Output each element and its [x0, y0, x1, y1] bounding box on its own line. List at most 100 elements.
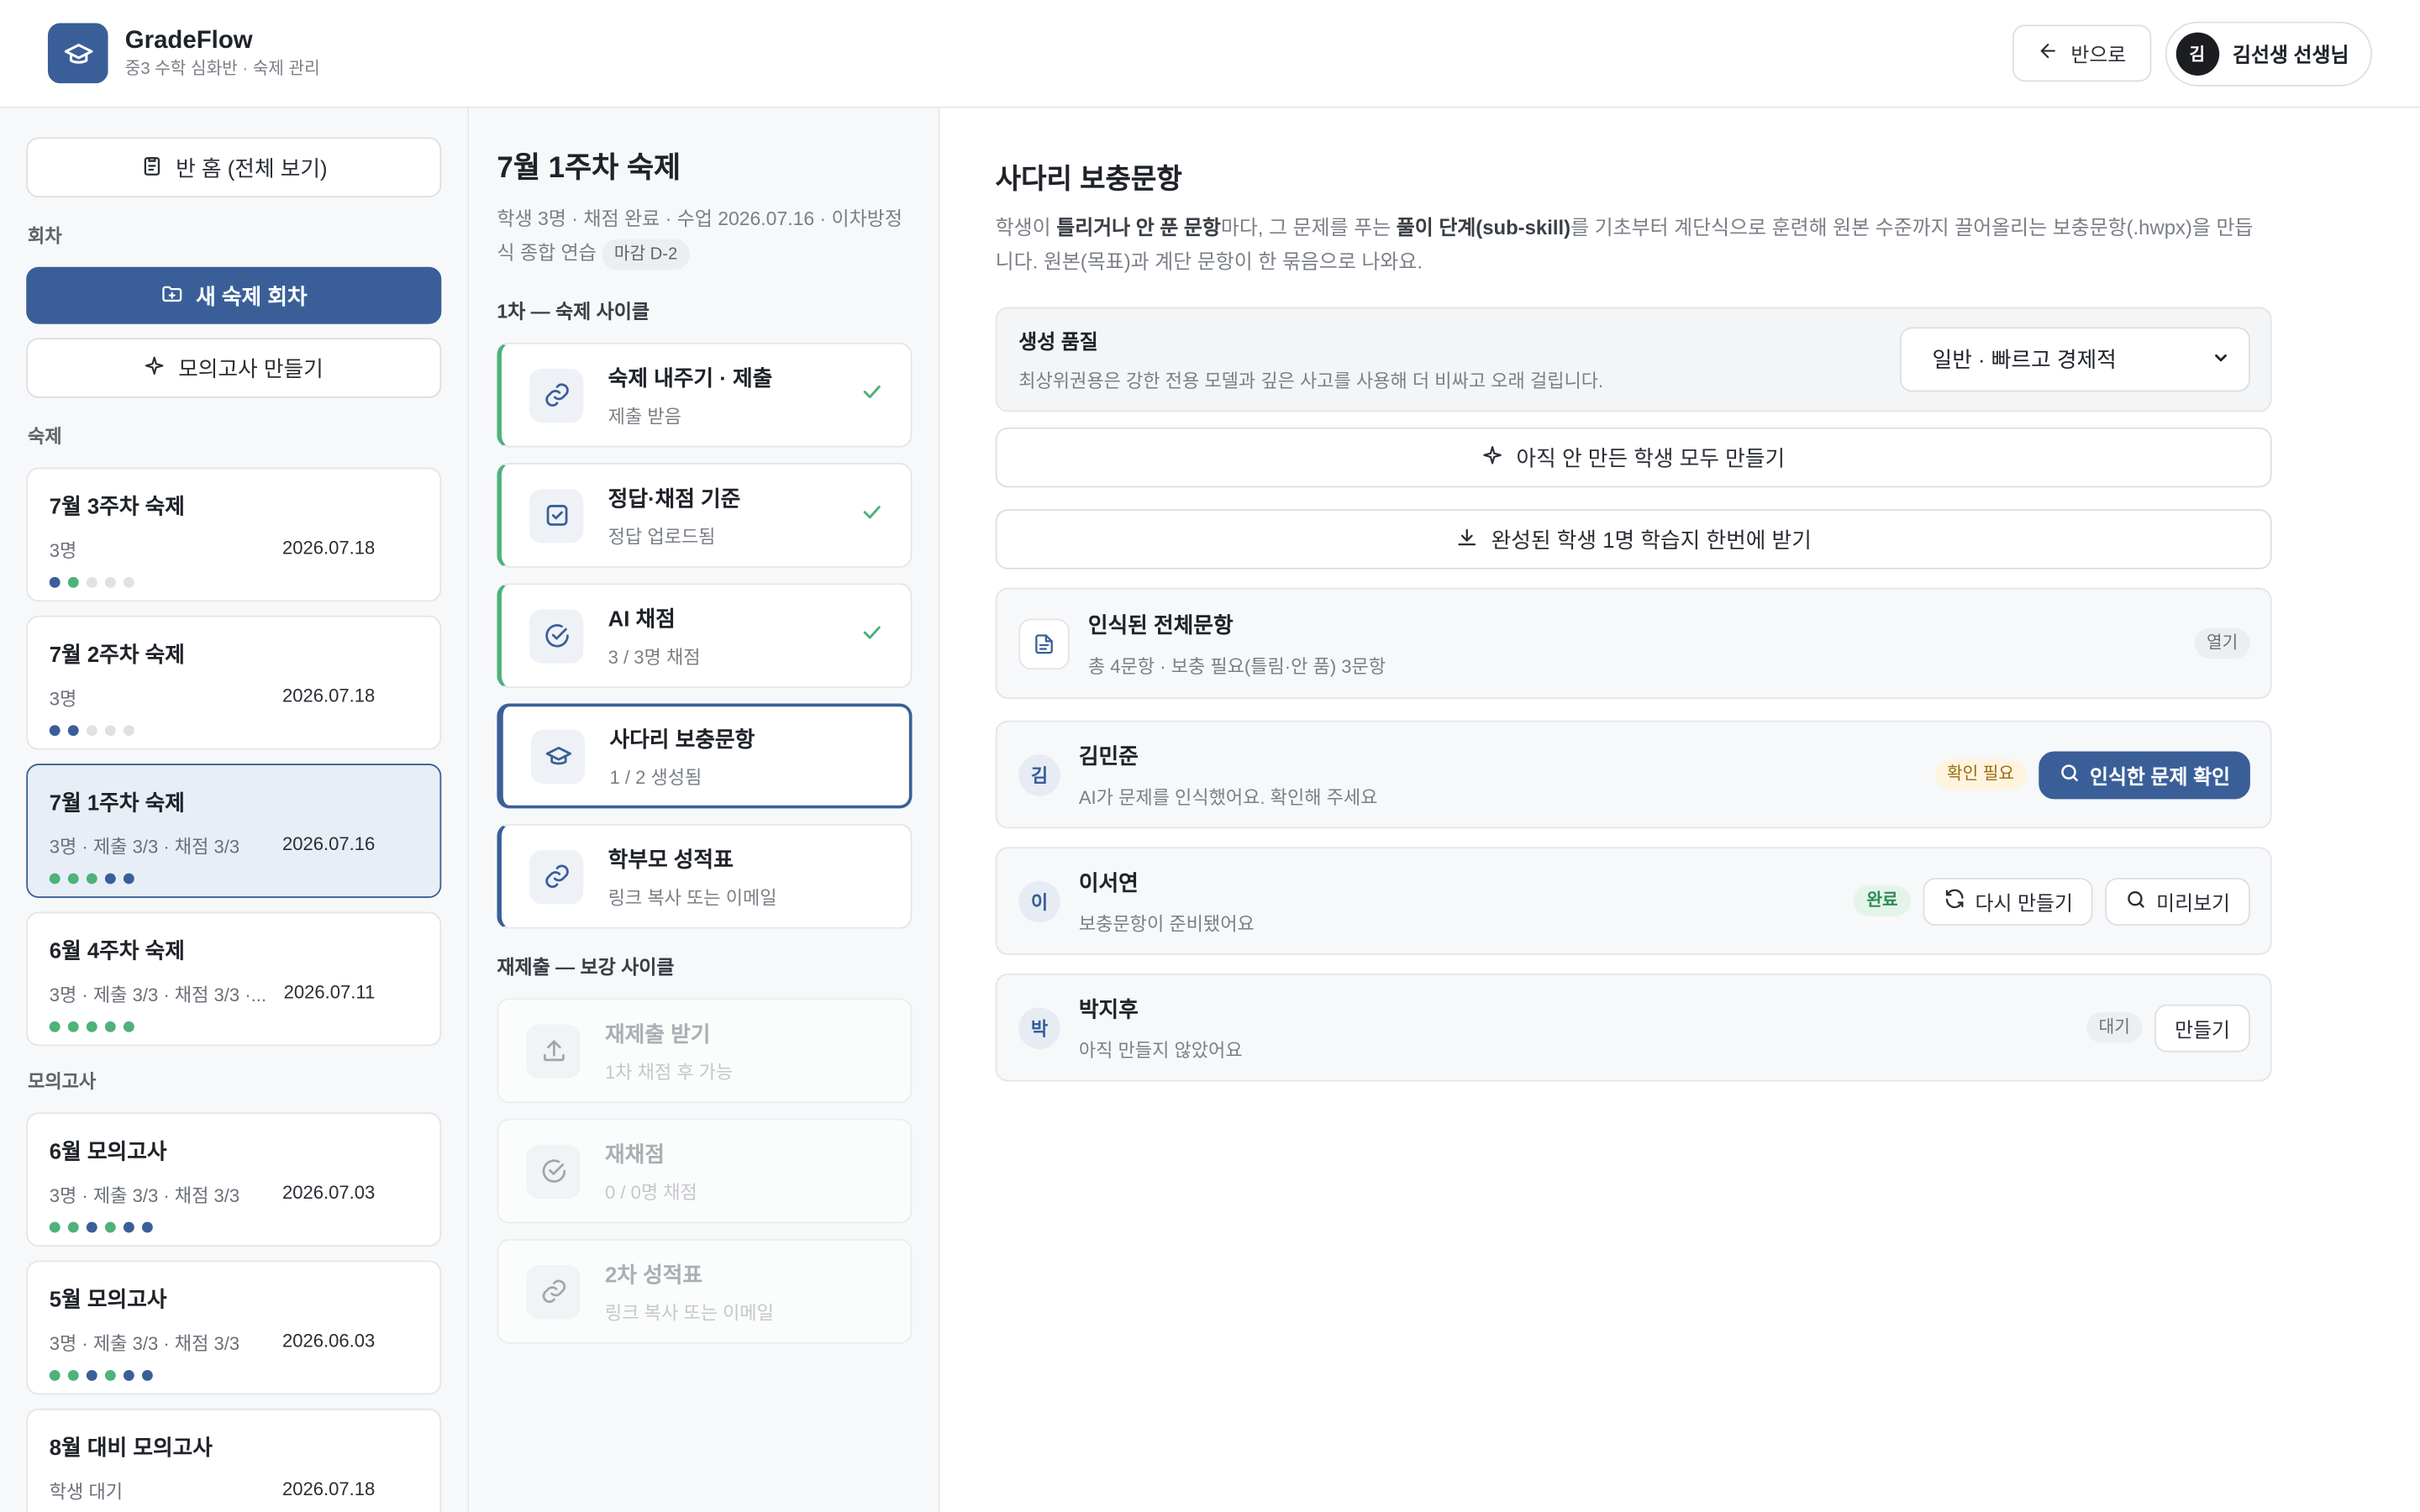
round-card-date: 2026.07.18 — [282, 685, 376, 707]
round-card-title: 7월 2주차 숙제 — [49, 642, 185, 667]
step-text: 학부모 성적표 링크 복사 또는 이메일 — [608, 843, 885, 910]
progress-dot — [86, 873, 97, 885]
round-card-title: 5월 모의고사 — [49, 1286, 167, 1312]
round-card-title: 7월 1주차 숙제 — [49, 790, 185, 815]
check-recognized-label: 인식한 문제 확인 — [2089, 764, 2231, 788]
new-round-button[interactable]: 새 숙제 회차 — [26, 266, 442, 324]
pipeline-step[interactable]: 정답·채점 기준 정답 업로드됨 — [497, 463, 913, 568]
status-badge: 완료 — [1854, 885, 1911, 916]
round-card-meta-row: 학생 대기 2026.07.18 — [50, 1478, 418, 1504]
progress-dot — [49, 1021, 60, 1032]
progress-dot — [123, 1369, 134, 1381]
progress-dots — [49, 1021, 418, 1032]
student-name: 이서연 — [1078, 869, 1139, 895]
progress-dot — [67, 1221, 79, 1233]
round-card-meta: 학생 대기 — [49, 1481, 124, 1503]
desc-bold: 틀리거나 안 푼 문항 — [1056, 216, 1221, 239]
pipeline-step[interactable]: 재제출 받기 1차 채점 후 가능 — [497, 998, 913, 1104]
user-name: 김선생 선생님 — [2233, 43, 2349, 66]
back-button-label: 반으로 — [2070, 43, 2127, 66]
avatar: 김 — [2175, 31, 2219, 76]
round-card-meta: 3명 · 제출 3/3 · 채점 3/3 — [49, 1332, 240, 1355]
round-card[interactable]: 6월 4주차 숙제 3명 · 제출 3/3 · 채점 3/3 ·... 2026.0… — [26, 911, 442, 1047]
recognized-sub: 총 4문항 · 보충 필요(틀림·안 품) 3문항 — [1087, 654, 1386, 677]
progress-dot — [123, 576, 134, 588]
generate-button[interactable]: 만들기 — [2154, 1003, 2250, 1052]
user-menu[interactable]: 김 김선생 선생님 — [2165, 20, 2373, 86]
pipeline-step[interactable]: AI 채점 3 / 3명 채점 — [497, 583, 913, 689]
make-all-button[interactable]: 아직 안 만든 학생 모두 만들기 — [995, 427, 2272, 488]
second-cycle-steps: 재제출 받기 1차 채점 후 가능재채점 0 / 0명 채점 2차 성적표 링크 복사 … — [497, 998, 913, 1344]
round-meta: 학생 3명 · 채점 완료 · 수업 2026.07.16 · 이차방정식 종합… — [497, 202, 910, 270]
round-card[interactable]: 8월 대비 모의고사 학생 대기 2026.07.18 — [26, 1408, 442, 1512]
check-icon — [860, 379, 884, 412]
step-text: 숙제 내주기 · 제출 제출 받음 — [608, 362, 860, 428]
back-to-class-button[interactable]: 반으로 — [2012, 24, 2151, 82]
round-card-date: 2026.07.11 — [283, 981, 376, 1003]
status-badge: 대기 — [2086, 1011, 2143, 1043]
make-all-label: 아직 안 만든 학생 모두 만들기 — [1516, 444, 1786, 470]
pipeline-step[interactable]: 사다리 보충문항 1 / 2 생성됨 — [497, 703, 913, 809]
progress-dots — [49, 1221, 418, 1233]
round-card[interactable]: 7월 3주차 숙제 3명 2026.07.18 — [26, 467, 442, 602]
round-meta-text: 학생 3명 · 채점 완료 · 수업 2026.07.16 · 이차방정식 종합… — [497, 207, 903, 265]
step-title: 재채점 — [604, 1141, 665, 1166]
student-row: 박 박지후 아직 만들지 않았어요 대기 만들기 — [995, 973, 2272, 1082]
search-icon — [2125, 888, 2147, 914]
round-card-meta-row: 3명 · 제출 3/3 · 채점 3/3 2026.07.03 — [50, 1182, 418, 1208]
deadline-badge: 마감 D-2 — [602, 239, 690, 270]
step-title: 재제출 받기 — [604, 1020, 711, 1046]
clipboard-icon — [140, 154, 164, 181]
round-card[interactable]: 7월 1주차 숙제 3명 · 제출 3/3 · 채점 3/3 2026.07.16 — [26, 764, 442, 898]
student-status-text: 아직 만들지 않았어요 — [1078, 1039, 1243, 1061]
download-all-button[interactable]: 완성된 학생 1명 학습지 한번에 받기 — [995, 509, 2272, 570]
section-rounds-label: 회차 — [28, 225, 62, 247]
desc-part: 학생이 — [995, 216, 1057, 239]
checkbox-icon — [529, 488, 584, 543]
pipeline-panel: 7월 1주차 숙제 학생 3명 · 채점 완료 · 수업 2026.07.16 … — [471, 108, 940, 1512]
progress-dot — [123, 1021, 134, 1032]
round-card[interactable]: 5월 모의고사 3명 · 제출 3/3 · 채점 3/3 2026.06.03 — [26, 1260, 442, 1395]
progress-dot — [49, 873, 60, 885]
progress-dots — [49, 576, 418, 588]
round-card-title: 6월 모의고사 — [49, 1138, 167, 1163]
regenerate-button[interactable]: 다시 만들기 — [1923, 877, 2093, 926]
pipeline-step[interactable]: 학부모 성적표 링크 복사 또는 이메일 — [497, 823, 913, 929]
link-icon — [529, 849, 584, 904]
refresh-icon — [1943, 887, 1966, 915]
progress-dot — [86, 576, 97, 588]
check-circle-icon — [529, 608, 584, 663]
graduation-cap-icon — [530, 728, 586, 784]
progress-dot — [104, 1021, 116, 1032]
progress-dot — [49, 576, 60, 588]
class-home-button[interactable]: 반 홈 (전체 보기) — [26, 137, 442, 198]
round-card[interactable]: 7월 2주차 숙제 3명 2026.07.18 — [26, 615, 442, 750]
progress-dot — [86, 1221, 97, 1233]
create-mock-exam-label: 모의고사 만들기 — [178, 355, 324, 381]
check-recognized-button[interactable]: 인식한 문제 확인 — [2039, 750, 2250, 799]
check-circle-icon — [526, 1143, 581, 1199]
round-card[interactable]: 6월 모의고사 3명 · 제출 3/3 · 채점 3/3 2026.07.03 — [26, 1112, 442, 1247]
quality-select[interactable]: 일반 · 빠르고 경제적 — [1899, 327, 2250, 392]
progress-dot — [123, 1221, 134, 1233]
step-subtitle: 링크 복사 또는 이메일 — [608, 886, 777, 908]
progress-dot — [86, 725, 97, 737]
progress-dot — [141, 1369, 153, 1381]
upload-icon — [526, 1023, 581, 1078]
create-mock-exam-button[interactable]: 모의고사 만들기 — [26, 338, 442, 398]
progress-dot — [141, 1221, 153, 1233]
homework-list: 7월 3주차 숙제 3명 2026.07.18 7월 2주차 숙제 3명 2026.07.… — [26, 467, 442, 1047]
pipeline-step[interactable]: 재채점 0 / 0명 채점 — [497, 1118, 913, 1224]
progress-dot — [104, 873, 116, 885]
open-toggle[interactable]: 열기 — [2194, 627, 2250, 659]
pipeline-step[interactable]: 2차 성적표 링크 복사 또는 이메일 — [497, 1238, 913, 1344]
progress-dot — [104, 1221, 116, 1233]
step-title: AI 채점 — [608, 605, 676, 631]
progress-dot — [123, 725, 134, 737]
round-card-meta: 3명 — [49, 539, 77, 562]
student-name: 박지후 — [1078, 995, 1139, 1021]
sparkle-icon — [1482, 444, 1504, 470]
step-subtitle: 링크 복사 또는 이메일 — [604, 1301, 774, 1323]
pipeline-step[interactable]: 숙제 내주기 · 제출 제출 받음 — [497, 342, 913, 448]
preview-button[interactable]: 미리보기 — [2105, 877, 2250, 926]
